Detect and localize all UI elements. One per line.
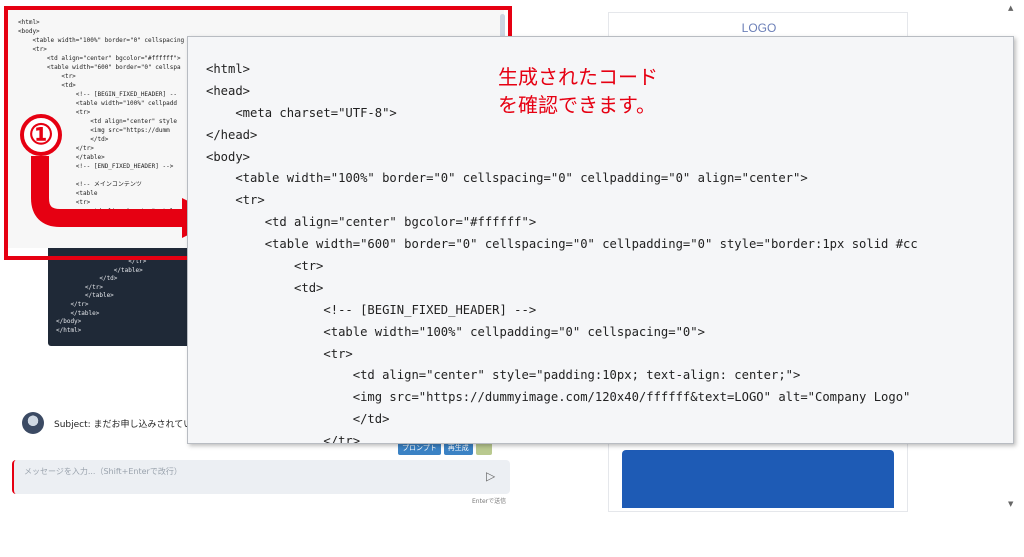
code-line: <td align="center" style="padding:10px; … — [206, 368, 801, 383]
scroll-up-icon[interactable]: ▲ — [1008, 4, 1013, 12]
enter-hint: Enterで送信 — [472, 498, 507, 505]
step-number-badge: ① — [20, 114, 62, 156]
chat-message: Subject: まだお申し込みされていま す — [22, 410, 213, 436]
code-line: <!-- [BEGIN_FIXED_HEADER] --> — [206, 302, 537, 317]
scroll-down-icon[interactable]: ▼ — [1008, 500, 1013, 508]
message-input-placeholder: メッセージを入力...（Shift+Enterで改行） — [24, 467, 182, 476]
code-zoom-callout: <html> <head> <meta charset="UTF-8"> </hea… — [187, 36, 1014, 444]
code-line: <table width="600" border="0" cellspacin… — [206, 237, 918, 252]
code-line: </head> — [206, 127, 258, 142]
code-line: <table width="100%" border="0" cellspaci… — [206, 171, 808, 186]
callout-note-line1: 生成されたコード — [498, 65, 658, 89]
callout-note-line2: を確認できます。 — [498, 93, 656, 117]
code-line: </tr> — [206, 434, 361, 444]
code-line: <table width="100%" cellpadding="0" cell… — [206, 324, 705, 339]
code-line: <td align="center" bgcolor="#ffffff"> — [206, 215, 537, 230]
message-input[interactable]: メッセージを入力...（Shift+Enterで改行） ▷ — [12, 460, 510, 494]
avatar — [22, 412, 44, 434]
code-line: <body> — [206, 149, 251, 164]
code-line: <tr> — [206, 193, 265, 208]
callout-note: 生成されたコード を確認できます。 — [498, 63, 658, 119]
preview-banner — [622, 450, 894, 508]
code-line: </td> — [206, 412, 390, 427]
code-line: <tr> — [206, 346, 353, 361]
code-line: <tr> — [206, 259, 324, 274]
send-icon[interactable]: ▷ — [486, 469, 500, 483]
code-line: <td> — [206, 280, 324, 295]
code-line: <img src="https://dummyimage.com/120x40/… — [206, 390, 911, 405]
